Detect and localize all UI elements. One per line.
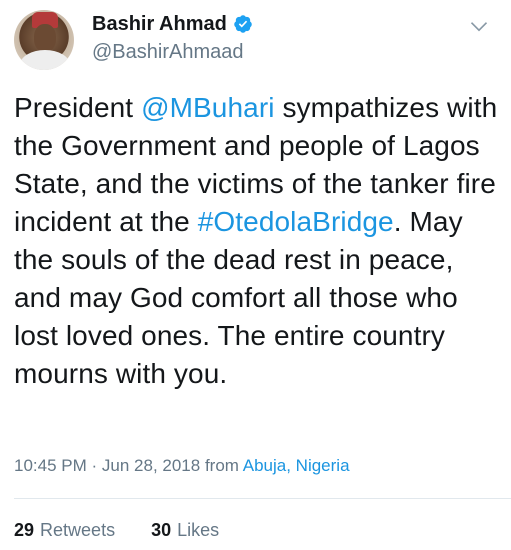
location-link[interactable]: Abuja, Nigeria <box>243 456 350 475</box>
retweets-stat[interactable]: 29 Retweets <box>14 519 115 541</box>
meta-separator: · <box>91 456 98 475</box>
likes-label: Likes <box>177 520 220 540</box>
tweet-text-part: President <box>14 92 142 123</box>
avatar-face <box>34 24 56 52</box>
author-name-row[interactable]: Bashir Ahmad <box>92 12 253 36</box>
retweets-label: Retweets <box>40 520 116 540</box>
verified-badge-icon <box>234 15 252 33</box>
avatar[interactable] <box>14 10 74 70</box>
tweet-card: Bashir Ahmad @BashirAhmaad President @MB… <box>0 0 511 550</box>
likes-count: 30 <box>151 520 172 540</box>
avatar-robe <box>20 50 70 70</box>
engagement-stats: 29 Retweets 30 Likes <box>14 519 219 541</box>
tweet-meta: 10:45 PM · Jun 28, 2018 from Abuja, Nige… <box>14 455 350 477</box>
mention-link[interactable]: @MBuhari <box>141 92 275 123</box>
author-display-name[interactable]: Bashir Ahmad <box>92 12 227 36</box>
divider <box>14 498 511 499</box>
chevron-down-icon[interactable] <box>469 16 489 36</box>
tweet-text: President @MBuhari sympathizes with the … <box>14 89 504 393</box>
tweet-time[interactable]: 10:45 PM <box>14 456 87 475</box>
from-label: from <box>204 456 239 475</box>
tweet-date[interactable]: Jun 28, 2018 <box>102 456 200 475</box>
retweets-count: 29 <box>14 520 35 540</box>
hashtag-link[interactable]: #OtedolaBridge <box>198 206 394 237</box>
author-handle[interactable]: @BashirAhmaad <box>92 40 243 64</box>
likes-stat[interactable]: 30 Likes <box>151 519 219 541</box>
